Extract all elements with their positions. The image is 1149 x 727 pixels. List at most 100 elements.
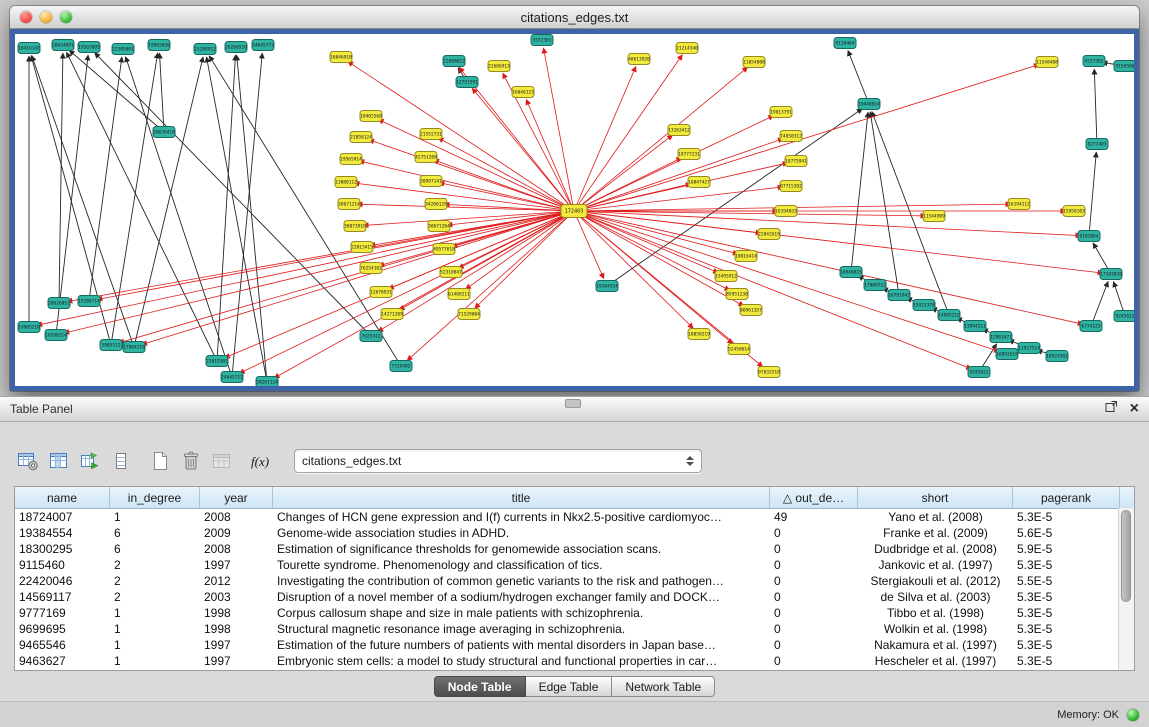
- minimize-button[interactable]: [40, 11, 52, 23]
- graph-node[interactable]: 10816414: [735, 251, 757, 262]
- graph-node[interactable]: 16052619: [996, 349, 1018, 360]
- graph-node[interactable]: 12678931: [370, 287, 392, 298]
- scrollbar-thumb[interactable]: [1121, 510, 1131, 602]
- graph-node[interactable]: 8130464: [834, 38, 856, 49]
- graph-node[interactable]: 20639418: [153, 127, 175, 138]
- network-file-select[interactable]: citations_edges.txt: [294, 449, 702, 473]
- disabled-table-icon[interactable]: [208, 448, 235, 475]
- tab-edge-table[interactable]: Edge Table: [526, 676, 613, 697]
- table-row[interactable]: 946362711997Embryonic stem cells: a mode…: [15, 653, 1134, 669]
- column-header-title[interactable]: title: [273, 487, 770, 508]
- graph-node[interactable]: 15921378: [913, 300, 935, 311]
- table-row[interactable]: 977716911998Corpus callosum shape and si…: [15, 605, 1134, 621]
- graph-node[interactable]: 22042619: [758, 229, 780, 240]
- graph-node[interactable]: 19965036: [148, 40, 170, 51]
- close-button[interactable]: [20, 11, 32, 23]
- graph-node[interactable]: 8277403: [1086, 139, 1108, 150]
- graph-node[interactable]: 16046123: [512, 87, 534, 98]
- trash-icon[interactable]: [177, 448, 204, 475]
- graph-node[interactable]: 22606913: [488, 61, 510, 72]
- graph-node[interactable]: 15288714: [78, 296, 100, 307]
- column-header-pagerank[interactable]: pagerank: [1013, 487, 1120, 508]
- graph-node[interactable]: 18777231: [678, 149, 700, 160]
- graph-node[interactable]: 19613791: [770, 107, 792, 118]
- graph-node[interactable]: 21858124: [350, 132, 372, 143]
- graph-node[interactable]: 42751208: [415, 152, 437, 163]
- graph-node[interactable]: 76254102: [360, 263, 382, 274]
- import-table-icon[interactable]: [76, 448, 103, 475]
- show-columns-icon[interactable]: [45, 448, 72, 475]
- graph-node[interactable]: 49577618: [433, 244, 455, 255]
- graph-node[interactable]: 9245012: [1114, 311, 1134, 322]
- graph-node[interactable]: 6774123: [1080, 321, 1102, 332]
- graph-node[interactable]: 13263412: [668, 125, 690, 136]
- table-row[interactable]: 911546021997Tourette syndrome. Phenomeno…: [15, 557, 1134, 573]
- graph-node[interactable]: 97032518: [758, 367, 780, 378]
- graph-node[interactable]: 20201124: [256, 377, 278, 387]
- graph-node[interactable]: 11544909: [923, 211, 945, 222]
- graph-node[interactable]: 9237382: [1083, 56, 1105, 67]
- graph-node[interactable]: 18775941: [785, 156, 807, 167]
- graph-node[interactable]: 11054808: [743, 57, 765, 68]
- graph-node[interactable]: 52450614: [728, 344, 750, 355]
- graph-node[interactable]: 16046910: [330, 52, 352, 63]
- splitter-grip[interactable]: [565, 399, 581, 408]
- graph-node[interactable]: 10058219: [688, 329, 710, 340]
- float-panel-icon[interactable]: [1105, 400, 1118, 418]
- network-canvas[interactable]: 1724031604691018402560218581241956581413…: [15, 34, 1134, 386]
- graph-node[interactable]: 22813415: [351, 242, 373, 253]
- column-header-year[interactable]: year: [200, 487, 273, 508]
- column-header-in_degree[interactable]: in_degree: [110, 487, 200, 508]
- graph-node[interactable]: 18402560: [360, 111, 382, 122]
- graph-node[interactable]: 19565895: [78, 42, 100, 53]
- table-row[interactable]: 946554611997Estimation of the future num…: [15, 637, 1134, 653]
- graph-node[interactable]: 22608012: [443, 56, 465, 67]
- graph-node[interactable]: 17103828: [1100, 269, 1122, 280]
- graph-node[interactable]: 11927514: [1018, 343, 1040, 354]
- table-row[interactable]: 1830029562008Estimation of significance …: [15, 541, 1134, 557]
- table-row[interactable]: 2242004622012Investigating the contribut…: [15, 573, 1134, 589]
- tab-network-table[interactable]: Network Table: [612, 676, 715, 697]
- graph-node[interactable]: 34200129: [425, 199, 447, 210]
- graph-node[interactable]: 74850312: [780, 131, 802, 142]
- graph-node[interactable]: 24645773: [252, 40, 274, 51]
- graph-node[interactable]: 38073918: [344, 221, 366, 232]
- tab-node-table[interactable]: Node Table: [434, 676, 526, 697]
- graph-node[interactable]: 9245031: [968, 367, 990, 378]
- graph-node[interactable]: 11548408: [1036, 57, 1058, 68]
- graph-node[interactable]: 38671204: [428, 221, 450, 232]
- graph-node[interactable]: 9158506: [1114, 61, 1134, 72]
- graph-node[interactable]: 16194033: [775, 206, 797, 217]
- graph-node[interactable]: 30997141: [420, 176, 442, 187]
- graph-node[interactable]: 13994211: [964, 321, 986, 332]
- graph-node[interactable]: 85951230: [726, 289, 748, 300]
- graph-node[interactable]: 18416142: [18, 43, 40, 54]
- graph-node[interactable]: 20626052: [48, 298, 70, 309]
- graph-node[interactable]: 30671214: [338, 199, 360, 210]
- graph-node[interactable]: 52310047: [440, 267, 462, 278]
- graph-node[interactable]: 16047427: [688, 177, 710, 188]
- graph-node[interactable]: 16194212: [1008, 199, 1030, 210]
- graph-node[interactable]: 19184554: [596, 281, 618, 292]
- graph-node[interactable]: 71529004: [458, 309, 480, 320]
- graph-node[interactable]: 18590214: [45, 330, 67, 341]
- graph-node[interactable]: 12751591: [456, 77, 478, 88]
- graph-node[interactable]: 7625412: [360, 331, 382, 342]
- window-titlebar[interactable]: citations_edges.txt: [10, 6, 1139, 29]
- graph-node[interactable]: 87715302: [780, 181, 802, 192]
- graph-node[interactable]: 17804218: [123, 342, 145, 353]
- graph-node[interactable]: 19448914: [858, 99, 880, 110]
- network-graph[interactable]: 1724031604691018402560218581241956581413…: [15, 34, 1134, 386]
- graph-node[interactable]: 20634891: [52, 40, 74, 51]
- column-settings-icon[interactable]: [14, 448, 41, 475]
- graph-node[interactable]: 21214340: [676, 43, 698, 54]
- graph-node[interactable]: 17989712: [864, 280, 886, 291]
- table-row[interactable]: 1872400712008Changes of HCN gene express…: [15, 509, 1134, 525]
- graph-node[interactable]: 19965210: [18, 322, 40, 333]
- memory-status-indicator[interactable]: [1127, 709, 1139, 721]
- graph-node[interactable]: 13080112: [335, 177, 357, 188]
- graph-node[interactable]: 22305801: [112, 44, 134, 55]
- graph-node[interactable]: 15495912: [715, 271, 737, 282]
- graph-node[interactable]: 12983471: [990, 332, 1012, 343]
- table-row[interactable]: 969969511998Structural magnetic resonanc…: [15, 621, 1134, 637]
